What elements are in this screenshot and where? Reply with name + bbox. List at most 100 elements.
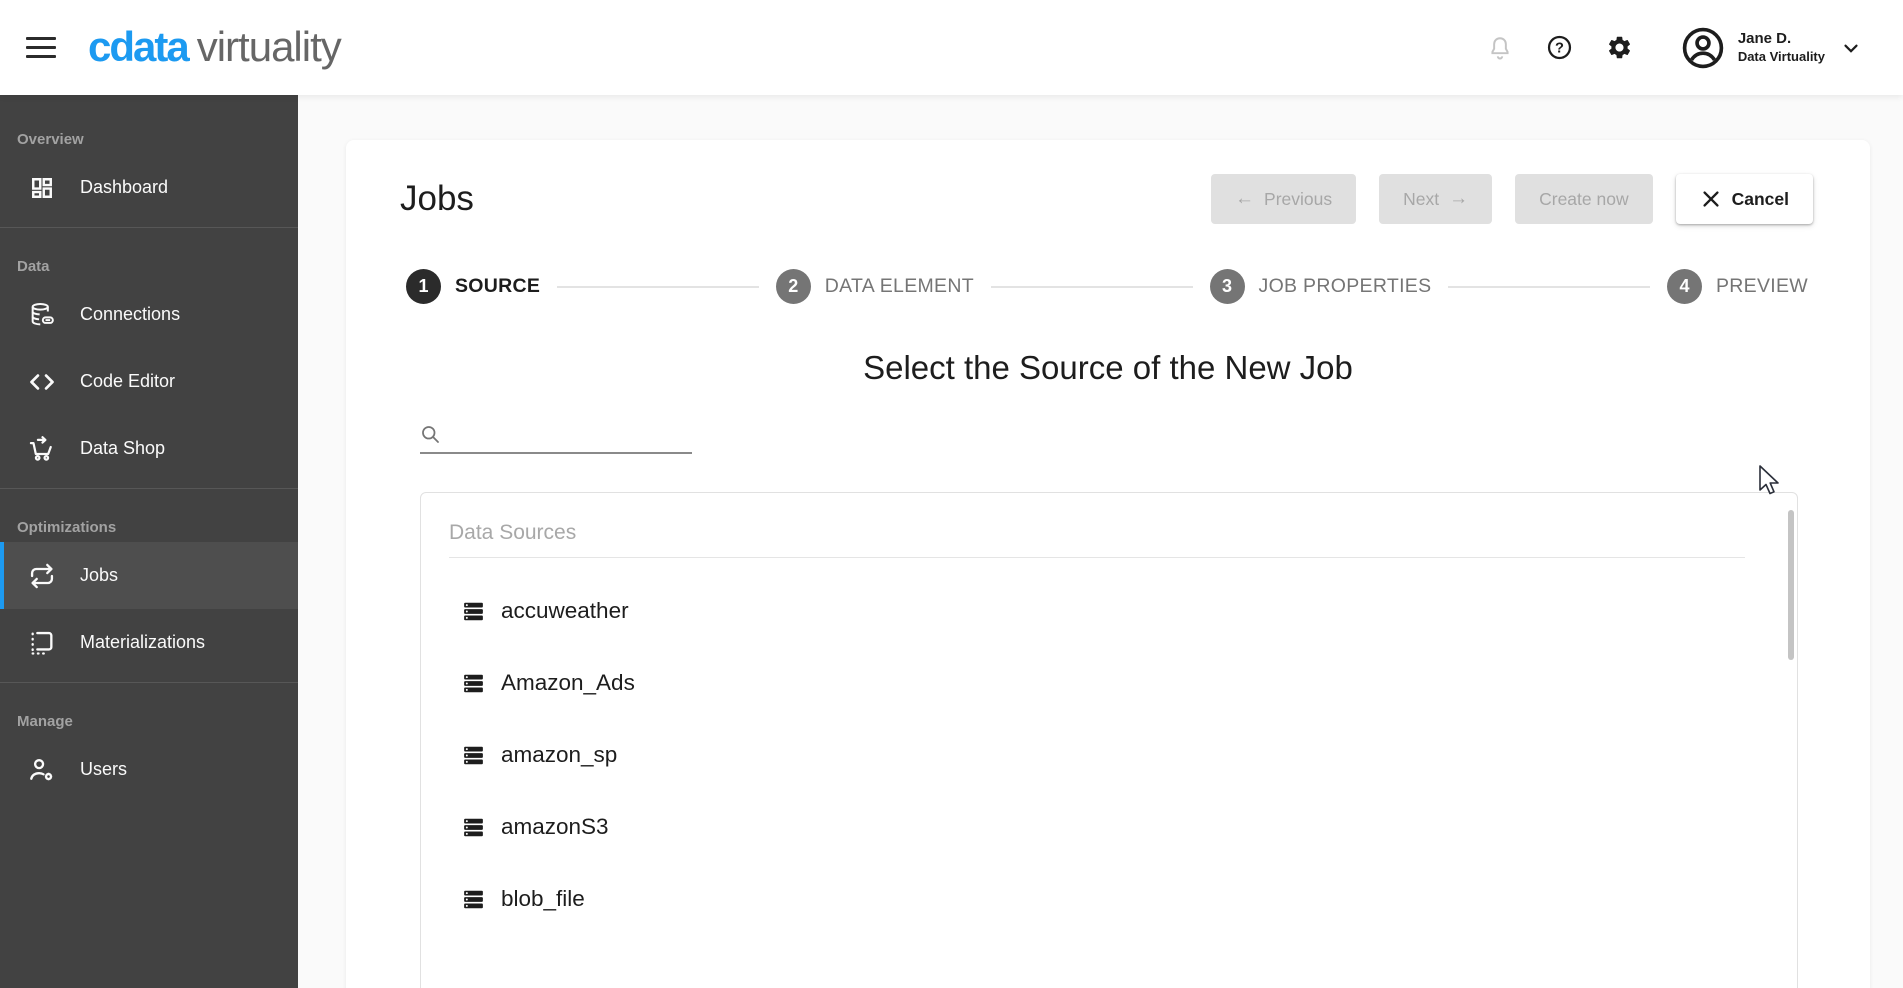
data-source-label: blob_file — [501, 886, 585, 911]
scrollbar[interactable] — [1788, 510, 1794, 660]
step-heading: Select the Source of the New Job — [863, 349, 1353, 386]
top-bar-actions: ? Jane D. Data Virtuality — [1486, 25, 1865, 71]
data-source-item-accuweather[interactable]: accuweather — [421, 575, 1797, 647]
step-number-badge: 4 — [1666, 269, 1702, 304]
sidebar-item-data-shop[interactable]: Data Shop — [0, 415, 298, 482]
sidebar-section-label: Overview — [17, 131, 84, 148]
logo-suffix: virtuality — [196, 22, 342, 70]
data-source-label: Amazon_Ads — [501, 670, 635, 695]
sidebar-item-label: Materializations — [80, 632, 206, 652]
sidebar-item-materializations[interactable]: Materializations — [0, 609, 298, 676]
data-sources-group-label: Data Sources — [449, 521, 577, 544]
next-button-label: Next — [1403, 188, 1440, 209]
top-bar: cdata virtuality ? Jane D. Data Virtuali… — [0, 0, 1903, 95]
app-logo: cdata virtuality — [88, 22, 342, 71]
create-now-button-label: Create now — [1539, 188, 1629, 209]
stepper-step-job-properties[interactable]: 3 JOB PROPERTIES — [1209, 269, 1432, 304]
step-number-badge: 1 — [406, 269, 441, 304]
data-sources-list: accuweather Amazon_Ads amazon_sp amazonS3 bl… — [421, 575, 1797, 935]
logo-brand: cdata — [88, 22, 190, 70]
database-link-icon — [28, 301, 56, 329]
jobs-wizard-card: Jobs ← Previous Next → Create now Cancel… — [346, 140, 1870, 988]
sidebar-item-label: Code Editor — [80, 371, 176, 391]
sidebar-item-jobs[interactable]: Jobs — [0, 542, 298, 609]
stepper-step-data-element[interactable]: 2 DATA ELEMENT — [775, 269, 974, 304]
main-content: Jobs ← Previous Next → Create now Cancel… — [298, 95, 1903, 988]
close-icon — [1700, 188, 1722, 210]
sidebar-section: Optimizations Jobs Materializations — [0, 488, 298, 676]
sidebar-section: Manage Users — [0, 682, 298, 803]
code-icon — [28, 368, 56, 396]
data-source-icon — [461, 815, 486, 840]
data-source-item-amazon-sp[interactable]: amazon_sp — [421, 719, 1797, 791]
materialize-icon — [28, 629, 56, 657]
account-circle-icon — [1680, 25, 1726, 71]
previous-button[interactable]: ← Previous — [1211, 174, 1357, 224]
sidebar-section: Overview Dashboard — [0, 131, 298, 221]
sidebar-item-label: Jobs — [80, 565, 119, 585]
chevron-down-icon[interactable] — [1837, 34, 1865, 62]
stepper-step-source[interactable]: 1 SOURCE — [406, 269, 540, 304]
stepper-step-preview[interactable]: 4 PREVIEW — [1666, 269, 1808, 304]
data-source-label: amazon_sp — [501, 742, 618, 767]
search-input[interactable] — [449, 424, 692, 445]
step-label: PREVIEW — [1715, 275, 1808, 297]
step-label: SOURCE — [455, 275, 541, 297]
notifications-icon[interactable] — [1486, 34, 1514, 62]
data-source-item-blob-file[interactable]: blob_file — [421, 863, 1797, 935]
stepper-connector — [990, 285, 1193, 288]
settings-icon[interactable] — [1606, 34, 1634, 62]
wizard-toolbar: ← Previous Next → Create now Cancel — [1211, 174, 1813, 224]
repeat-icon — [28, 562, 56, 590]
data-source-icon — [461, 887, 486, 912]
dashboard-icon — [28, 174, 56, 202]
sidebar-item-label: Connections — [80, 304, 181, 324]
user-gear-icon — [28, 756, 56, 784]
step-number-badge: 2 — [775, 269, 811, 304]
app-page: cdata virtuality ? Jane D. Data Virtuali… — [0, 0, 1903, 988]
cancel-button-label: Cancel — [1731, 188, 1789, 209]
sidebar: Overview Dashboard Data Connections Code Edi… — [0, 95, 298, 988]
arrow-right-icon: → — [1449, 188, 1469, 209]
arrow-left-icon: ← — [1235, 188, 1255, 209]
user-name: Jane D. — [1737, 30, 1792, 47]
data-source-icon — [461, 599, 486, 624]
svg-text:?: ? — [1555, 41, 1564, 57]
user-info: Jane D. Data Virtuality — [1738, 30, 1825, 65]
cancel-button[interactable]: Cancel — [1675, 174, 1813, 224]
page-title: Jobs — [400, 179, 474, 218]
data-source-item-amazons3[interactable]: amazonS3 — [421, 791, 1797, 863]
sidebar-item-connections[interactable]: Connections — [0, 281, 298, 348]
sidebar-item-label: Data Shop — [80, 438, 166, 458]
data-source-item-amazon-ads[interactable]: Amazon_Ads — [421, 647, 1797, 719]
sidebar-section-label: Manage — [17, 713, 73, 730]
cart-icon — [28, 435, 56, 463]
create-now-button[interactable]: Create now — [1515, 174, 1653, 224]
data-sources-panel: Data Sources accuweather Amazon_Adsamazon… — [420, 492, 1798, 988]
stepper-connector — [557, 285, 759, 288]
search-icon — [422, 426, 439, 443]
step-number-badge: 3 — [1209, 269, 1245, 304]
next-button[interactable]: Next → — [1379, 174, 1493, 224]
data-source-label: accuweather — [501, 598, 629, 623]
sidebar-section-label: Data — [17, 258, 50, 275]
data-source-icon — [461, 671, 486, 696]
step-label: JOB PROPERTIES — [1258, 275, 1432, 297]
help-icon[interactable]: ? — [1546, 34, 1574, 62]
sidebar-item-dashboard[interactable]: Dashboard — [0, 154, 298, 221]
sidebar-section-label: Optimizations — [17, 519, 117, 536]
step-label: DATA ELEMENT — [824, 275, 974, 297]
menu-icon[interactable] — [26, 37, 56, 58]
sidebar-section: Data Connections Code Editor Data Shop — [0, 227, 298, 482]
sidebar-item-code-editor[interactable]: Code Editor — [0, 348, 298, 415]
sidebar-item-label: Users — [80, 759, 128, 779]
sidebar-item-label: Dashboard — [80, 177, 169, 197]
user-menu[interactable]: Jane D. Data Virtuality — [1680, 25, 1865, 71]
source-search — [420, 424, 692, 454]
data-source-label: amazonS3 — [501, 814, 609, 839]
sidebar-item-users[interactable]: Users — [0, 736, 298, 803]
divider — [449, 557, 1745, 558]
previous-button-label: Previous — [1264, 188, 1333, 209]
wizard-stepper: 1 SOURCE 2 DATA ELEMENT 3 JOB PROPERTIES 4 PREV… — [406, 269, 1808, 304]
data-source-icon — [461, 743, 486, 768]
